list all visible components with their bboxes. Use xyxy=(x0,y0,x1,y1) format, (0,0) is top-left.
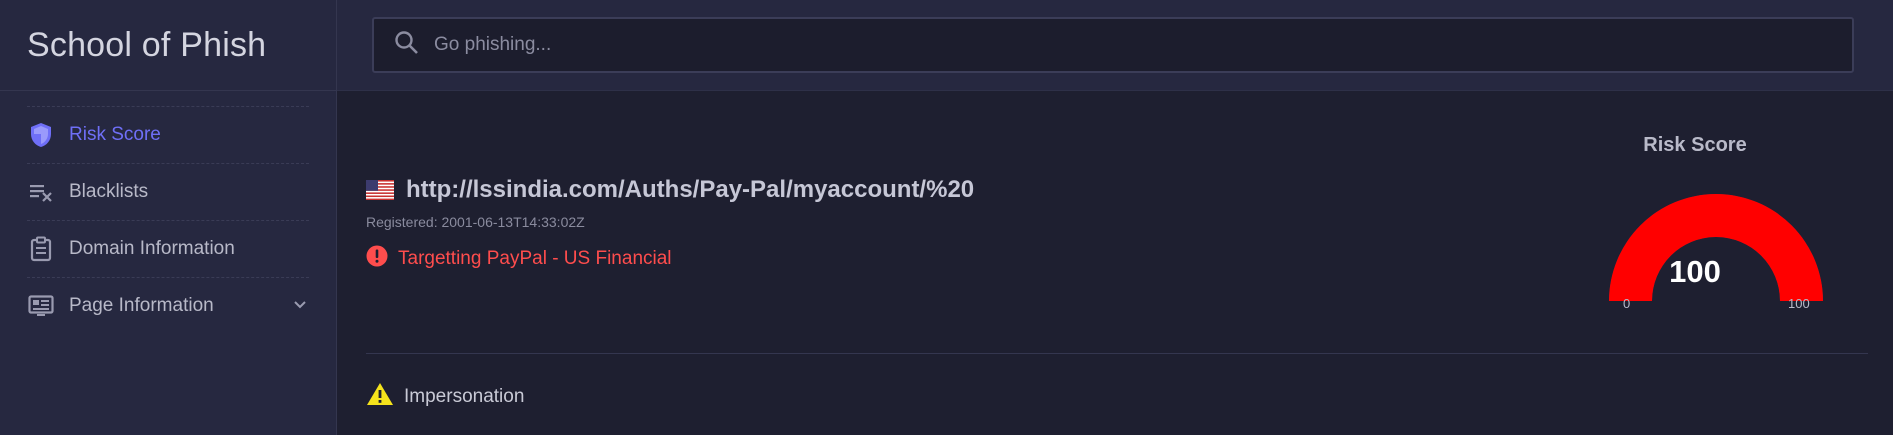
sidebar-item-label: Domain Information xyxy=(69,238,235,259)
us-flag-icon xyxy=(366,180,394,200)
clipboard-icon xyxy=(27,235,55,263)
target-alert: Targetting PayPal - US Financial xyxy=(366,245,672,272)
shield-icon xyxy=(27,121,55,149)
sidebar-nav: Risk Score Blacklists Domain Information… xyxy=(0,91,336,334)
sidebar-item-label: Blacklists xyxy=(69,181,149,202)
list-remove-icon xyxy=(27,178,55,206)
main-content: http://lssindia.com/Auths/Pay-Pal/myacco… xyxy=(337,92,1893,435)
gauge-min-label: 0 xyxy=(1623,296,1631,311)
search-box[interactable] xyxy=(372,17,1854,73)
scanned-url[interactable]: http://lssindia.com/Auths/Pay-Pal/myacco… xyxy=(406,176,974,204)
finding-text: Impersonation xyxy=(404,385,525,407)
warning-icon xyxy=(366,382,394,411)
sidebar-item-domain-information[interactable]: Domain Information xyxy=(27,220,309,277)
gauge-max-label: 100 xyxy=(1788,296,1810,311)
divider xyxy=(366,353,1868,354)
url-row: http://lssindia.com/Auths/Pay-Pal/myacco… xyxy=(366,176,974,204)
registration-date: Registered: 2001-06-13T14:33:02Z xyxy=(366,214,585,230)
app-title[interactable]: School of Phish xyxy=(0,0,336,91)
sidebar: School of Phish Risk Score Blacklists Do… xyxy=(0,0,337,435)
search-input[interactable] xyxy=(434,34,1814,56)
page-info-icon xyxy=(27,292,55,320)
sidebar-item-label: Risk Score xyxy=(69,124,161,145)
target-alert-text: Targetting PayPal - US Financial xyxy=(398,247,672,269)
search-icon xyxy=(394,30,420,61)
sidebar-item-blacklists[interactable]: Blacklists xyxy=(27,163,309,220)
finding-row: Impersonation xyxy=(366,382,524,411)
error-icon xyxy=(366,245,388,272)
sidebar-item-page-information[interactable]: Page Information xyxy=(27,277,309,334)
gauge-value: 100 xyxy=(1669,254,1721,289)
sidebar-item-risk-score[interactable]: Risk Score xyxy=(27,106,309,163)
top-bar xyxy=(337,0,1893,91)
sidebar-item-label: Page Information xyxy=(69,295,214,316)
gauge-title: Risk Score xyxy=(1643,134,1747,156)
chevron-down-icon[interactable] xyxy=(293,297,307,315)
